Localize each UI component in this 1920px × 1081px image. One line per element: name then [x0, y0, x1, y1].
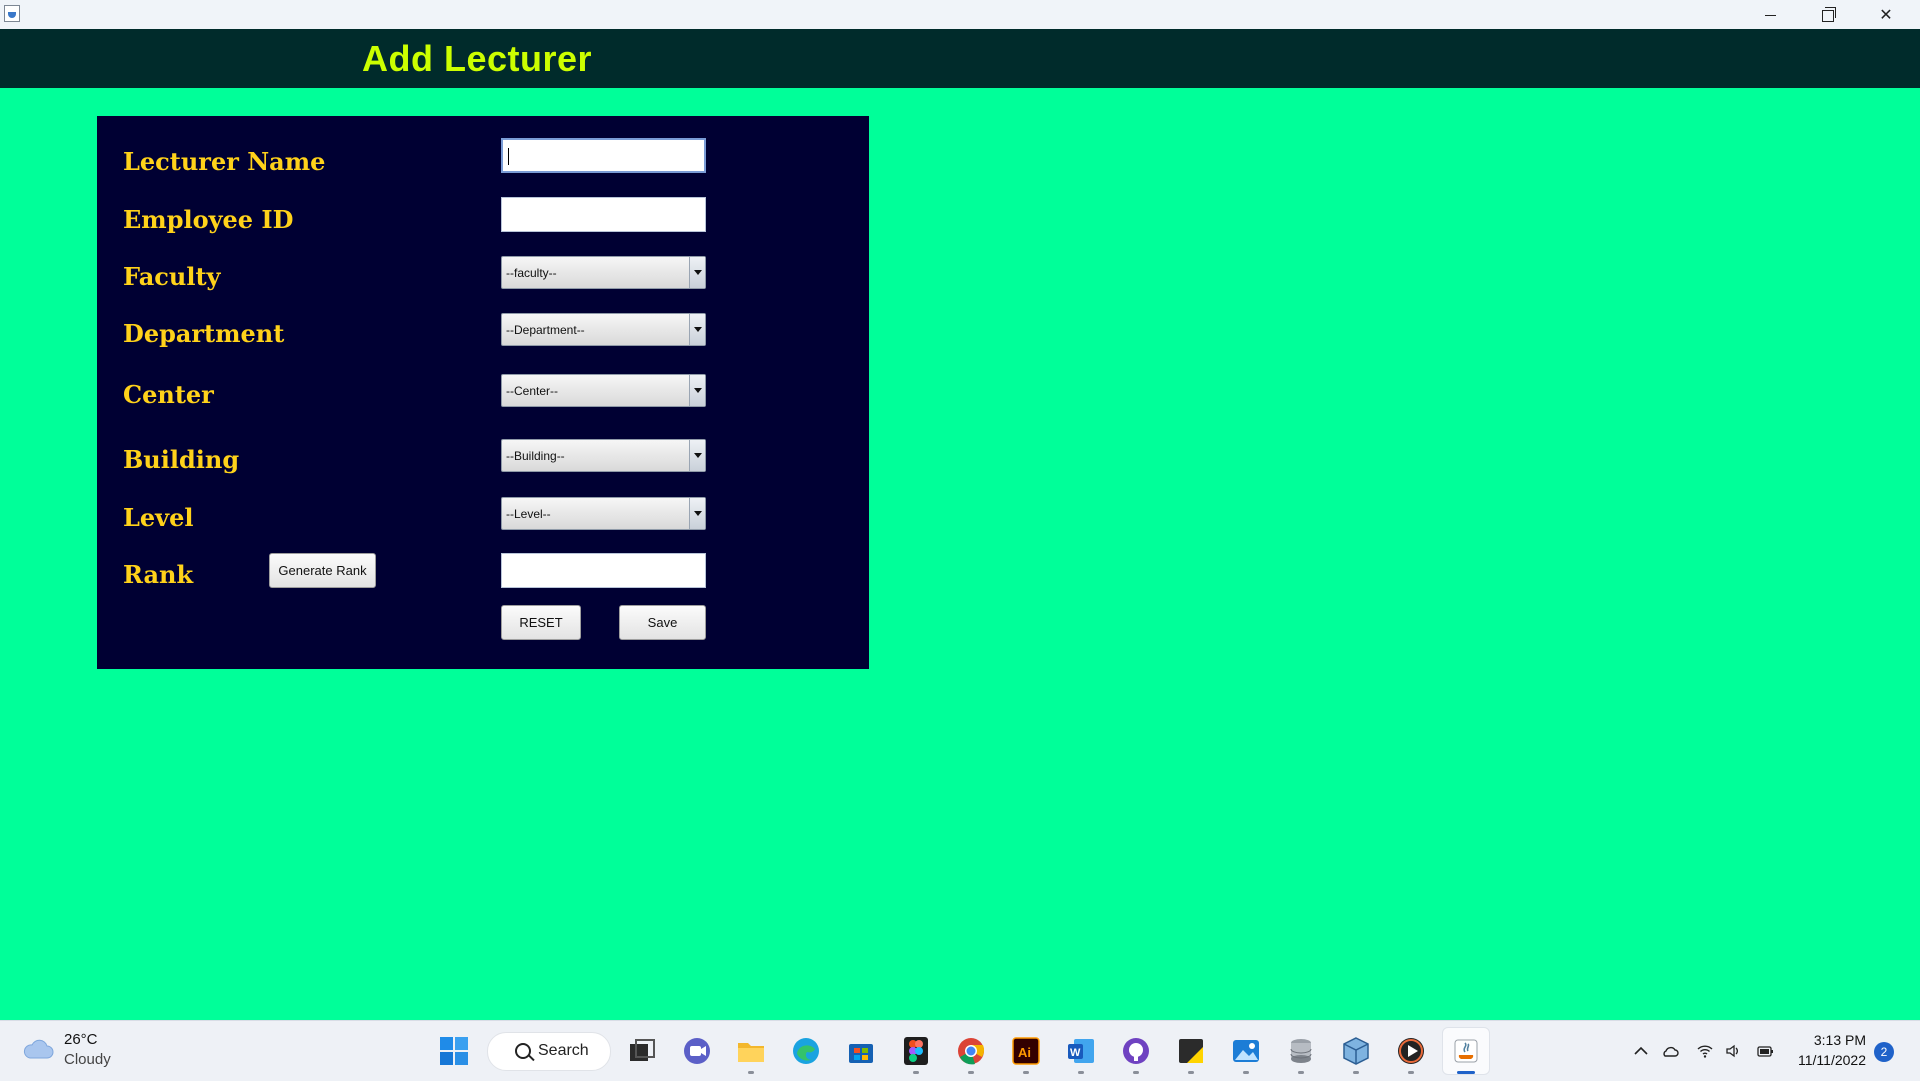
windows-start-icon[interactable]	[438, 1035, 470, 1067]
level-select-value: --Level--	[506, 507, 551, 521]
search-icon	[515, 1043, 531, 1059]
building-label: Building	[123, 445, 240, 474]
employee-id-input[interactable]	[501, 197, 706, 232]
chevron-down-icon[interactable]	[689, 440, 705, 471]
header-bar: Add Lecturer	[0, 29, 1920, 88]
search-label: Search	[538, 1042, 589, 1059]
add-lecturer-form: Lecturer Name Employee ID Faculty --facu…	[97, 116, 869, 669]
app-indicator	[968, 1071, 974, 1074]
app-indicator	[913, 1071, 919, 1074]
taskbar-search[interactable]: Search	[487, 1032, 611, 1071]
media-player-icon[interactable]	[1395, 1035, 1427, 1067]
faculty-label: Faculty	[123, 262, 221, 291]
chevron-up-icon[interactable]	[1632, 1042, 1650, 1060]
sticky-notes-icon[interactable]	[1175, 1035, 1207, 1067]
task-view-icon[interactable]	[626, 1035, 658, 1067]
text-caret	[508, 148, 509, 165]
chevron-down-icon[interactable]	[689, 375, 705, 406]
center-select-value: --Center--	[506, 384, 559, 398]
app-indicator	[1353, 1071, 1359, 1074]
app-indicator	[1188, 1071, 1194, 1074]
restore-icon	[1822, 6, 1836, 22]
chevron-down-icon[interactable]	[689, 498, 705, 529]
level-select[interactable]: --Level--	[501, 497, 706, 530]
chrome-icon[interactable]	[955, 1035, 987, 1067]
svg-text:W: W	[1070, 1047, 1081, 1059]
java-icon[interactable]	[1450, 1035, 1482, 1067]
lecturer-name-input[interactable]	[501, 138, 706, 173]
weather-temperature[interactable]: 26°C	[64, 1031, 98, 1048]
app-indicator	[1133, 1071, 1139, 1074]
wifi-icon[interactable]	[1696, 1042, 1714, 1060]
teams-chat-icon[interactable]	[681, 1035, 713, 1067]
building-select-value: --Building--	[506, 449, 565, 463]
svg-text:Ai: Ai	[1018, 1045, 1031, 1060]
department-select[interactable]: --Department--	[501, 313, 706, 346]
building-select[interactable]: --Building--	[501, 439, 706, 472]
app-indicator	[748, 1071, 754, 1074]
app-indicator	[1243, 1071, 1249, 1074]
restore-button[interactable]	[1799, 0, 1857, 29]
edge-icon[interactable]	[790, 1035, 822, 1067]
center-select[interactable]: --Center--	[501, 374, 706, 407]
lecturer-name-label: Lecturer Name	[123, 147, 326, 176]
photos-icon[interactable]	[1230, 1035, 1262, 1067]
app-indicator	[1023, 1071, 1029, 1074]
java-app-icon	[4, 5, 20, 22]
database-icon[interactable]	[1285, 1035, 1317, 1067]
faculty-select[interactable]: --faculty--	[501, 256, 706, 289]
weather-description[interactable]: Cloudy	[64, 1051, 111, 1068]
cloud-icon[interactable]	[22, 1038, 54, 1060]
rank-label: Rank	[123, 560, 194, 589]
volume-icon[interactable]	[1724, 1042, 1742, 1060]
word-icon[interactable]: W	[1065, 1035, 1097, 1067]
reset-button[interactable]: RESET	[501, 605, 581, 640]
chevron-down-icon[interactable]	[689, 314, 705, 345]
file-explorer-icon[interactable]	[735, 1035, 767, 1067]
save-button[interactable]: Save	[619, 605, 706, 640]
minimize-button[interactable]	[1741, 0, 1799, 29]
level-label: Level	[123, 503, 194, 532]
app-indicator	[1408, 1071, 1414, 1074]
chevron-down-icon[interactable]	[689, 257, 705, 288]
minimize-icon	[1764, 15, 1776, 16]
microsoft-store-icon[interactable]	[845, 1035, 877, 1067]
figma-icon[interactable]	[900, 1035, 932, 1067]
notification-badge[interactable]: 2	[1874, 1042, 1894, 1062]
rank-input[interactable]	[501, 553, 706, 588]
window-titlebar: ✕	[0, 0, 1920, 30]
illustrator-icon[interactable]: Ai	[1010, 1035, 1042, 1067]
github-desktop-icon[interactable]	[1120, 1035, 1152, 1067]
clock-date[interactable]: 11/11/2022	[1780, 1052, 1866, 1068]
active-app-indicator	[1457, 1071, 1475, 1074]
close-button[interactable]: ✕	[1857, 0, 1915, 29]
clock-time[interactable]: 3:13 PM	[1780, 1032, 1866, 1048]
employee-id-label: Employee ID	[123, 205, 294, 234]
onedrive-icon[interactable]	[1661, 1042, 1679, 1060]
page-title: Add Lecturer	[362, 38, 593, 79]
department-select-value: --Department--	[506, 323, 585, 337]
generate-rank-button[interactable]: Generate Rank	[269, 553, 376, 588]
virtualbox-icon[interactable]	[1340, 1035, 1372, 1067]
close-icon: ✕	[1879, 5, 1893, 24]
center-label: Center	[123, 380, 214, 409]
battery-icon[interactable]	[1756, 1042, 1774, 1060]
faculty-select-value: --faculty--	[506, 266, 557, 280]
department-label: Department	[123, 319, 285, 348]
app-indicator	[1298, 1071, 1304, 1074]
app-indicator	[1078, 1071, 1084, 1074]
taskbar: 26°C Cloudy Search Ai W 3:13 PM 11/11/20…	[0, 1020, 1920, 1081]
